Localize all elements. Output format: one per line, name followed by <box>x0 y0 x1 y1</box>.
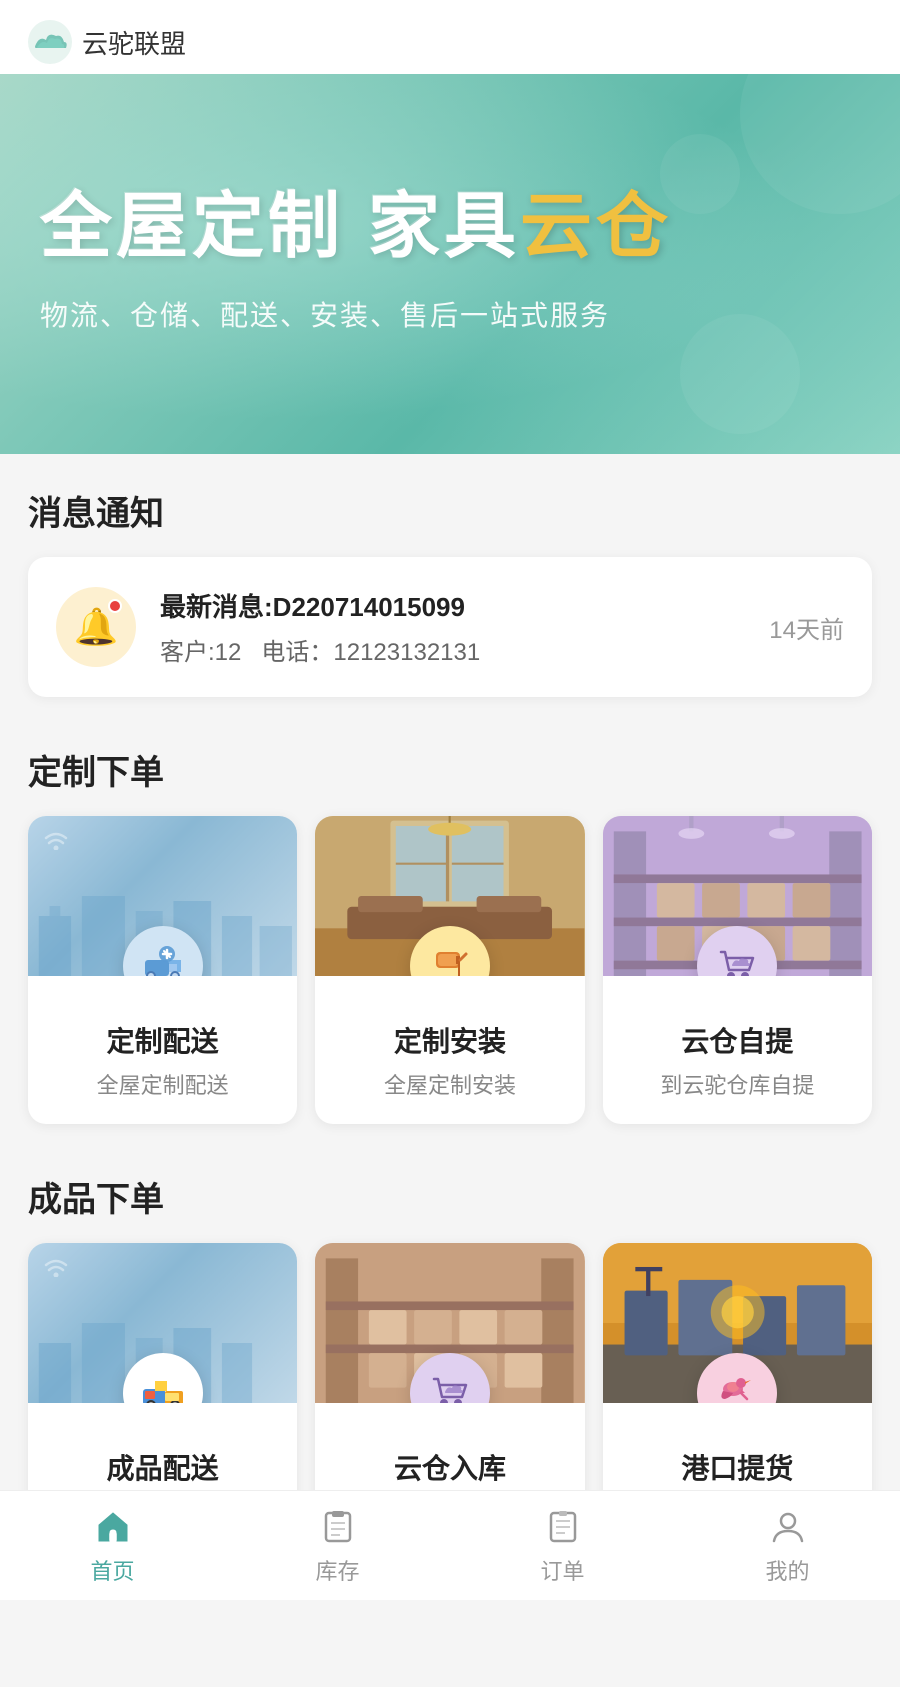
card-image-storage <box>315 1243 584 1403</box>
profile-icon <box>767 1506 809 1548</box>
notification-title: 消息通知 <box>28 486 872 535</box>
wifi-deco-icon <box>42 830 70 855</box>
card-body-pickup: 云仓自提 到云驼仓库自提 <box>603 976 872 1124</box>
card-image-finished-delivery <box>28 1243 297 1403</box>
notification-time: 14天前 <box>769 610 844 645</box>
custom-order-section: 定制下单 <box>0 713 900 1140</box>
wifi-deco-icon-2 <box>42 1257 70 1282</box>
finished-order-title: 成品下单 <box>28 1172 872 1221</box>
notification-card[interactable]: 🔔 最新消息:D220714015099 客户:12 电话：1212313213… <box>28 557 872 697</box>
notification-dot <box>108 599 122 613</box>
inventory-icon <box>317 1506 359 1548</box>
notification-detail: 客户:12 电话：12123132131 <box>160 632 745 667</box>
app-header: 云驼联盟 <box>0 0 900 74</box>
card-custom-install[interactable]: 定制安装 全屋定制安装 <box>315 816 584 1124</box>
logo-icon <box>28 20 72 64</box>
card-desc-install: 全屋定制安装 <box>331 1068 568 1100</box>
notification-icon-wrap: 🔔 <box>56 587 136 667</box>
card-custom-delivery[interactable]: 定制配送 全屋定制配送 <box>28 816 297 1124</box>
card-image-delivery <box>28 816 297 976</box>
card-name-delivery: 定制配送 <box>44 1020 281 1060</box>
card-name-pickup: 云仓自提 <box>619 1020 856 1060</box>
card-image-pickup <box>603 816 872 976</box>
orders-icon <box>542 1506 584 1548</box>
banner: 全屋定制 家具云仓 物流、仓储、配送、安装、售后一站式服务 <box>0 74 900 454</box>
custom-order-grid: 定制配送 全屋定制配送 <box>28 816 872 1124</box>
home-icon <box>92 1506 134 1548</box>
notification-section: 消息通知 🔔 最新消息:D220714015099 客户:12 电话：12123… <box>0 454 900 713</box>
notification-order-id: 最新消息:D220714015099 <box>160 587 745 624</box>
nav-home[interactable]: 首页 <box>0 1496 225 1586</box>
banner-subtitle: 物流、仓储、配送、安装、售后一站式服务 <box>40 294 860 334</box>
custom-order-title: 定制下单 <box>28 745 872 794</box>
card-name-storage: 云仓入库 <box>331 1447 568 1487</box>
card-image-install <box>315 816 584 976</box>
card-desc-delivery: 全屋定制配送 <box>44 1068 281 1100</box>
card-name-port: 港口提货 <box>619 1447 856 1487</box>
card-body-install: 定制安装 全屋定制安装 <box>315 976 584 1124</box>
nav-profile[interactable]: 我的 <box>675 1496 900 1586</box>
card-desc-pickup: 到云驼仓库自提 <box>619 1068 856 1100</box>
nav-profile-label: 我的 <box>765 1554 809 1586</box>
nav-orders-label: 订单 <box>540 1554 584 1586</box>
card-name-install: 定制安装 <box>331 1020 568 1060</box>
card-body-delivery: 定制配送 全屋定制配送 <box>28 976 297 1124</box>
card-cloud-pickup[interactable]: 云仓自提 到云驼仓库自提 <box>603 816 872 1124</box>
nav-orders[interactable]: 订单 <box>450 1496 675 1586</box>
logo-text: 云驼联盟 <box>82 24 186 61</box>
card-name-finished-delivery: 成品配送 <box>44 1447 281 1487</box>
nav-inventory-label: 库存 <box>315 1554 359 1586</box>
bottom-nav: 首页 库存 订单 <box>0 1490 900 1600</box>
nav-inventory[interactable]: 库存 <box>225 1496 450 1586</box>
banner-title: 全屋定制 家具云仓 <box>40 184 860 270</box>
nav-home-label: 首页 <box>90 1554 134 1586</box>
notification-content: 最新消息:D220714015099 客户:12 电话：12123132131 <box>160 587 745 667</box>
card-image-port <box>603 1243 872 1403</box>
